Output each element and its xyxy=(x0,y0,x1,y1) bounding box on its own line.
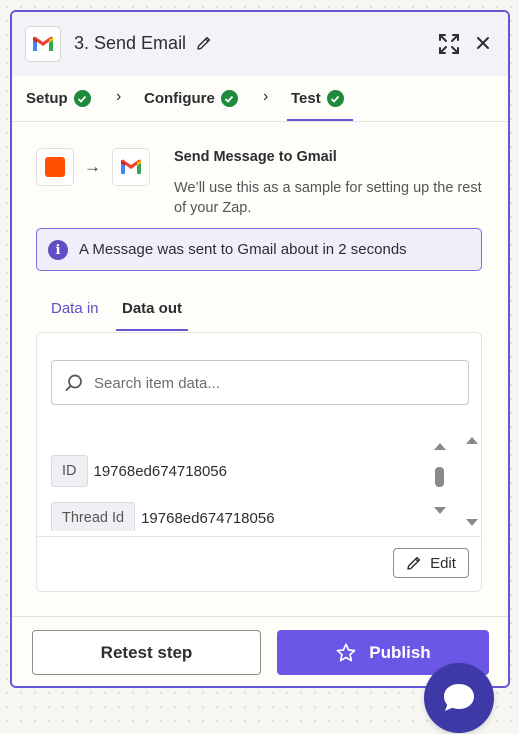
tab-label: Configure xyxy=(144,90,215,107)
field-key: ID xyxy=(51,455,88,487)
field-key: Thread Id xyxy=(51,502,136,531)
scroll-up-icon[interactable] xyxy=(434,443,446,450)
edit-title-icon[interactable] xyxy=(196,35,212,51)
tab-label: Setup xyxy=(26,90,68,107)
tab-data-in[interactable]: Data in xyxy=(51,300,99,317)
info-banner-text: A Message was sent to Gmail about in 2 s… xyxy=(79,241,407,258)
search-field[interactable] xyxy=(51,360,469,405)
chat-support-button[interactable] xyxy=(424,663,494,733)
list-scrollbar[interactable] xyxy=(433,443,447,515)
data-field-list: ID 19768ed674718056 Thread Id 19768ed674… xyxy=(51,433,441,531)
tab-label: Test xyxy=(291,90,321,107)
action-title: Send Message to Gmail xyxy=(174,149,337,165)
arrow-right-icon: → xyxy=(84,157,101,176)
field-value[interactable]: 19768ed674718056 xyxy=(94,463,227,480)
step-tabs: Setup › Configure › Test xyxy=(12,76,508,122)
edit-button-label: Edit xyxy=(430,554,456,572)
step-title: 3. Send Email xyxy=(74,33,187,53)
gmail-icon xyxy=(112,148,150,186)
step-editor-panel: 3. Send Email Setup › Configure › Test →… xyxy=(10,10,510,688)
edit-button[interactable]: Edit xyxy=(393,548,469,578)
scroll-down-icon[interactable] xyxy=(466,519,478,526)
action-description: We’ll use this as a sample for setting u… xyxy=(174,180,482,216)
info-icon: i xyxy=(48,240,68,260)
panel-scrollbar[interactable] xyxy=(465,437,479,527)
expand-icon[interactable] xyxy=(438,33,460,55)
tab-data-out[interactable]: Data out xyxy=(122,300,182,317)
info-banner: i A Message was sent to Gmail about in 2… xyxy=(36,228,482,271)
check-circle-icon xyxy=(326,90,344,107)
list-item: ID 19768ed674718056 xyxy=(51,455,227,487)
panel-header: 3. Send Email xyxy=(12,12,508,76)
scroll-up-icon[interactable] xyxy=(466,437,478,444)
scroll-down-icon[interactable] xyxy=(434,507,446,514)
active-tab-indicator xyxy=(287,119,353,121)
list-item: Thread Id 19768ed674718056 xyxy=(51,502,275,531)
retest-step-button[interactable]: Retest step xyxy=(32,630,261,675)
tab-configure[interactable]: Configure xyxy=(144,90,238,107)
chevron-right-icon: › xyxy=(116,88,122,105)
publish-button-label: Publish xyxy=(369,642,431,662)
divider xyxy=(37,536,481,537)
chevron-right-icon: › xyxy=(263,88,269,105)
trigger-app-icon xyxy=(36,148,74,186)
check-circle-icon xyxy=(220,90,238,107)
field-value[interactable]: 19768ed674718056 xyxy=(141,510,274,527)
pencil-icon xyxy=(407,556,421,570)
tab-test[interactable]: Test xyxy=(291,90,344,107)
data-out-panel: ID 19768ed674718056 Thread Id 19768ed674… xyxy=(36,332,482,592)
check-circle-icon xyxy=(73,90,91,107)
chat-bubble-icon xyxy=(444,684,474,711)
search-icon xyxy=(65,374,82,391)
search-input[interactable] xyxy=(94,371,454,395)
gmail-icon xyxy=(25,26,61,62)
scrollbar-thumb[interactable] xyxy=(435,467,444,487)
star-icon xyxy=(336,642,356,661)
tab-setup[interactable]: Setup xyxy=(26,90,91,107)
active-data-tab-indicator xyxy=(116,329,188,331)
close-icon[interactable] xyxy=(475,35,491,51)
